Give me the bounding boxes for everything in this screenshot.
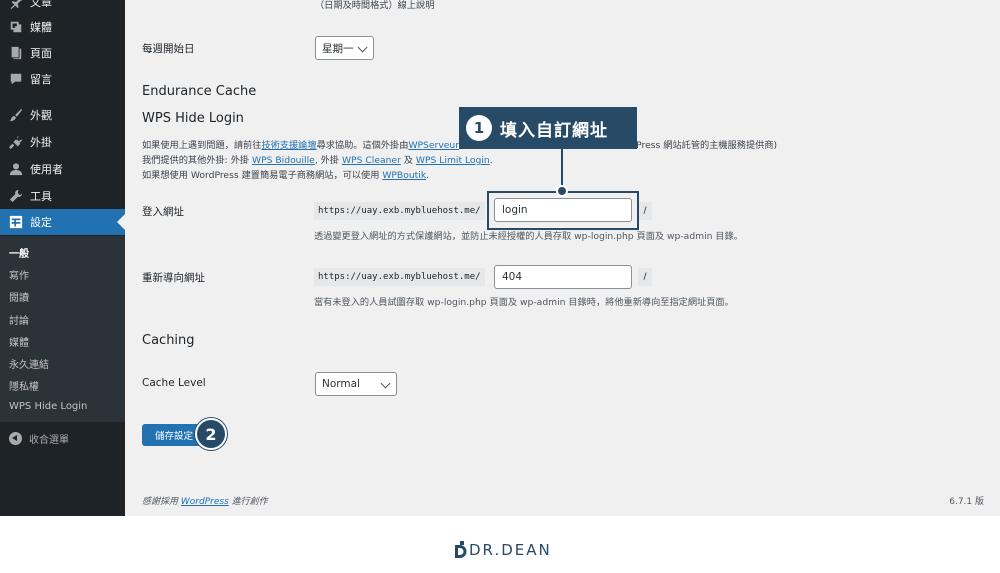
wps-hide-login-title: WPS Hide Login: [142, 111, 244, 126]
plugin-info-line-2: 我們提供的其他外掛: 外掛 WPS Bidouille, 外掛 WPS Clea…: [142, 153, 777, 168]
sidebar-item-pages[interactable]: 頁面: [0, 40, 125, 66]
sidebar-item-label: 使用者: [30, 163, 63, 176]
submenu-item-discussion[interactable]: 討論: [9, 312, 29, 327]
endurance-cache-title: Endurance Cache: [142, 84, 257, 99]
media-icon: [8, 19, 24, 35]
collapse-menu-button[interactable]: 收合選單: [0, 427, 125, 449]
sidebar-item-label: 頁面: [30, 47, 52, 60]
submenu-item-media[interactable]: 媒體: [9, 334, 29, 349]
footer-thanks: 感謝採用 WordPress 進行創作: [142, 494, 268, 507]
cache-level-value: Normal: [322, 378, 360, 390]
collapse-label: 收合選單: [29, 434, 69, 446]
callout-connector: [561, 148, 563, 188]
submenu-item-reading[interactable]: 閱讀: [9, 289, 29, 304]
wpserveur-link[interactable]: WPServeur: [408, 140, 459, 151]
login-url-prefix: https://uay.exb.mybluehost.me/: [314, 202, 485, 220]
brush-icon: [8, 107, 24, 123]
step-2-badge: 2: [195, 418, 227, 450]
cache-level-label: Cache Level: [142, 377, 206, 389]
brand-logo: DR.DEAN: [454, 541, 552, 559]
step-1-badge: 1: [466, 115, 492, 141]
submenu-item-privacy[interactable]: 隱私權: [9, 378, 39, 393]
chevron-down-icon: [380, 378, 391, 389]
sidebar-item-label: 媒體: [30, 21, 52, 34]
submenu-item-permalinks[interactable]: 永久連結: [9, 356, 49, 371]
redirect-url-suffix: /: [638, 268, 652, 286]
sidebar-item-tools[interactable]: 工具: [0, 183, 125, 209]
settings-icon: [8, 214, 24, 230]
info-text: .: [489, 155, 493, 166]
sidebar-item-users[interactable]: 使用者: [0, 156, 125, 182]
sidebar-item-media[interactable]: 媒體: [0, 14, 125, 40]
info-text: 及: [403, 155, 413, 166]
wrench-icon: [8, 188, 24, 204]
wps-limit-login-link[interactable]: WPS Limit Login: [416, 155, 490, 166]
date-format-help-link[interactable]: （日期及時間格式）線上說明: [315, 0, 434, 11]
sidebar-item-label: 留言: [30, 73, 52, 86]
info-text: 我們提供的其他外掛: 外掛: [142, 155, 250, 166]
wordpress-link[interactable]: WordPress: [181, 497, 229, 507]
plugin-icon: [8, 134, 24, 150]
info-text: , 外掛: [314, 155, 340, 166]
info-text: 尋求協助。這個外掛由: [316, 140, 409, 151]
page-icon: [8, 45, 24, 61]
wpboutik-link[interactable]: WPBoutik: [382, 170, 426, 181]
redirect-url-label: 重新導向網址: [142, 272, 205, 284]
redirect-url-prefix: https://uay.exb.mybluehost.me/: [314, 268, 485, 286]
info-text: .: [426, 170, 430, 181]
login-url-label: 登入網址: [142, 206, 184, 218]
footer-version: 6.7.1 版: [949, 497, 984, 507]
login-url-description: 透過變更登入網址的方式保護網站，並防止未經授權的人員存取 wp-login.ph…: [314, 231, 743, 242]
chevron-down-icon: [357, 42, 368, 53]
info-text: 如果想使用 WordPress 建置簡易電子商務網站，可以使用: [142, 170, 380, 181]
week-start-select[interactable]: 星期一: [315, 36, 374, 60]
collapse-icon: [9, 431, 22, 445]
sidebar-item-label: 外掛: [30, 136, 52, 149]
sidebar-item-plugins[interactable]: 外掛: [0, 129, 125, 155]
settings-submenu: 一般 寫作 閱讀 討論 媒體 永久連結 隱私權 WPS Hide Login: [0, 236, 125, 422]
footer-text: 進行創作: [231, 497, 268, 507]
sidebar-item-label: 工具: [30, 190, 52, 203]
brand-mark-icon: [455, 541, 467, 558]
redirect-url-description: 當有未登入的人員試圖存取 wp-login.php 頁面及 wp-admin 目…: [314, 297, 734, 308]
wps-bidouille-link[interactable]: WPS Bidouille: [252, 155, 315, 166]
submenu-item-general[interactable]: 一般: [9, 245, 29, 260]
login-url-suffix: /: [638, 202, 652, 220]
week-start-value: 星期一: [322, 42, 354, 55]
submenu-item-wps-hide-login[interactable]: WPS Hide Login: [9, 401, 87, 412]
support-forum-link[interactable]: 技術支援論壇: [261, 140, 316, 151]
redirect-url-input[interactable]: [494, 265, 632, 289]
pin-icon: [8, 0, 24, 10]
sidebar-item-posts[interactable]: 文章: [0, 0, 125, 15]
wps-cleaner-link[interactable]: WPS Cleaner: [342, 155, 401, 166]
brand-logo-text: DR.DEAN: [469, 541, 552, 559]
week-start-label: 每週開始日: [142, 43, 195, 55]
admin-sidebar: 文章 媒體 頁面 留言 外觀 外掛 使用者 工具 設定 一般 寫作 閱讀 討論 …: [0, 0, 125, 516]
sidebar-item-comments[interactable]: 留言: [0, 66, 125, 92]
info-text: 如果使用上遇到問題，請前往: [142, 140, 262, 151]
caching-title: Caching: [142, 333, 195, 348]
plugin-info-line-3: 如果想使用 WordPress 建置簡易電子商務網站，可以使用 WPBoutik…: [142, 168, 777, 183]
callout-dot: [556, 185, 568, 197]
step-1-text: 填入自訂網址: [500, 120, 608, 141]
app-root: 文章 媒體 頁面 留言 外觀 外掛 使用者 工具 設定 一般 寫作 閱讀 討論 …: [0, 0, 1000, 573]
submenu-item-writing[interactable]: 寫作: [9, 267, 29, 282]
user-icon: [8, 161, 24, 177]
sidebar-item-settings[interactable]: 設定: [0, 209, 125, 235]
sidebar-item-label: 設定: [30, 216, 52, 229]
sidebar-item-label: 文章: [30, 0, 52, 9]
sidebar-item-label: 外觀: [30, 109, 52, 122]
sidebar-item-appearance[interactable]: 外觀: [0, 102, 125, 128]
settings-content: （日期及時間格式）線上說明 每週開始日 星期一 Endurance Cache …: [125, 0, 1000, 516]
comment-icon: [8, 71, 24, 87]
footer-text: 感謝採用: [142, 497, 179, 507]
cache-level-select[interactable]: Normal: [315, 372, 397, 396]
step-1-callout: 1 填入自訂網址: [459, 107, 637, 149]
